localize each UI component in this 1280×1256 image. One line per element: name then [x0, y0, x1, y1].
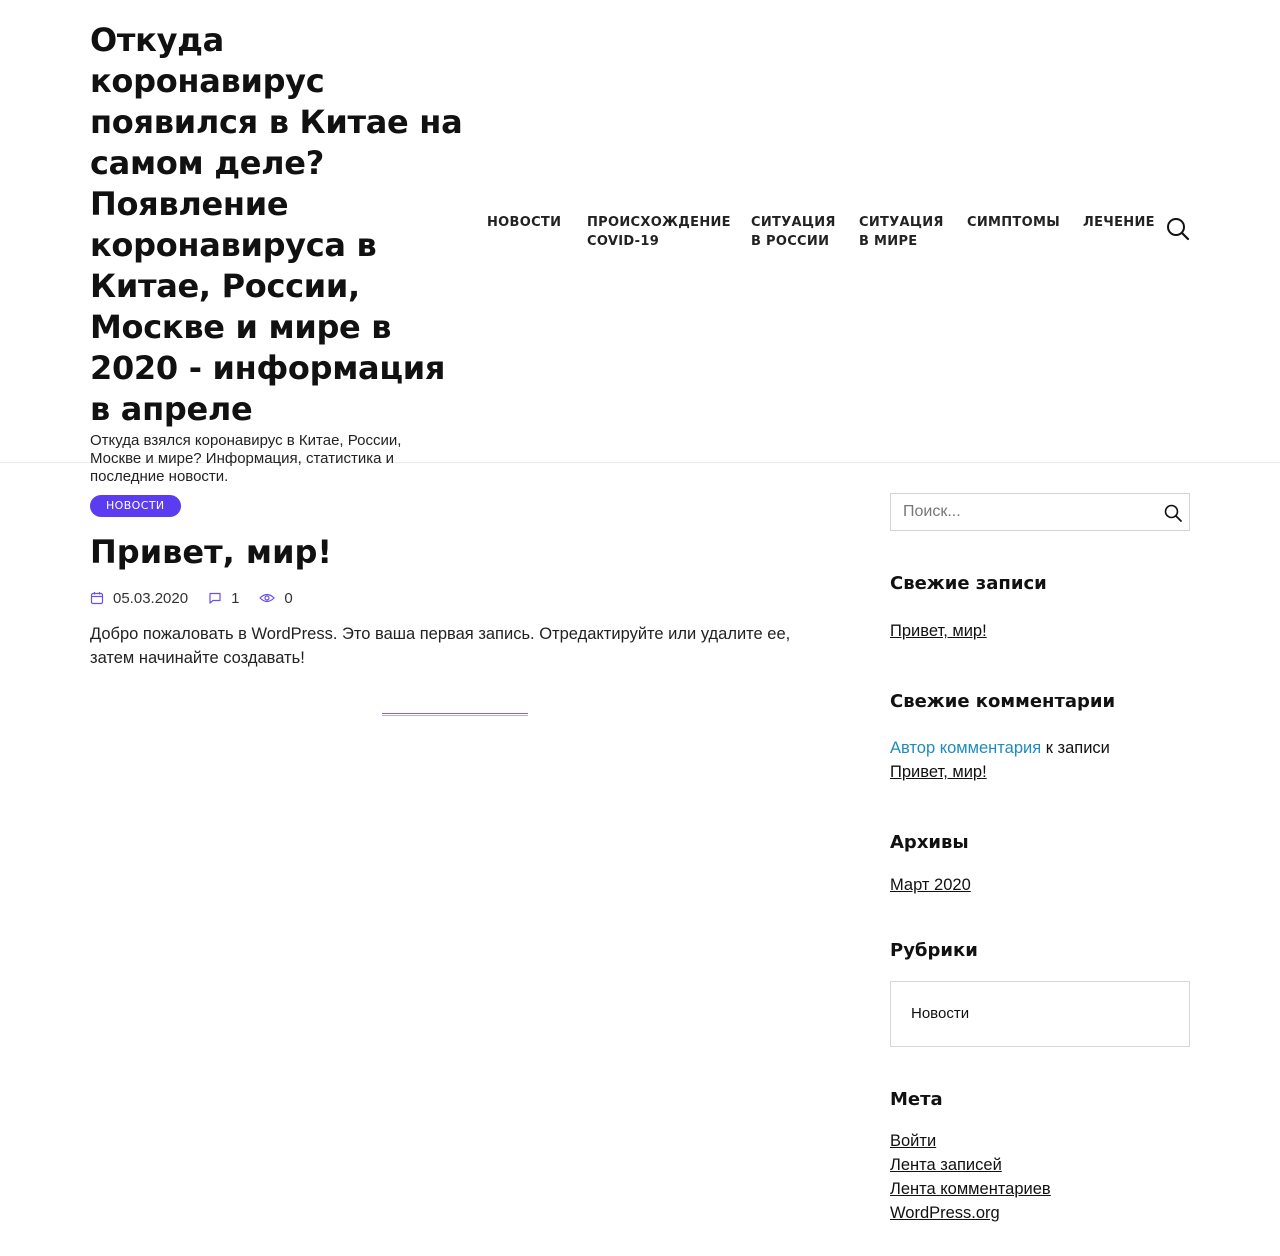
- site-header: Откуда коронавирус появился в Китае на с…: [0, 0, 1280, 485]
- nav-item-label: ПРОИСХОЖДЕНИЕ: [587, 215, 731, 230]
- post-date: 05.03.2020: [90, 590, 188, 607]
- post-title[interactable]: Привет, мир!: [90, 530, 332, 574]
- nav-item-origin[interactable]: ПРОИСХОЖДЕНИЕ COVID-19: [587, 213, 731, 251]
- nav-item-label: ЛЕЧЕНИЕ: [1083, 215, 1155, 230]
- meta-title: Мета: [890, 1089, 943, 1110]
- comment-author-link[interactable]: Автор комментария: [890, 739, 1041, 757]
- post-comments[interactable]: 1: [208, 590, 239, 607]
- archive-link[interactable]: Март 2020: [890, 873, 971, 897]
- nav-item-label-line2: В МИРЕ: [859, 234, 918, 249]
- recent-comments-title: Свежие комментарии: [890, 691, 1116, 712]
- nav-item-situation-world[interactable]: СИТУАЦИЯ В МИРЕ: [859, 213, 944, 251]
- nav-item-treatment[interactable]: ЛЕЧЕНИЕ: [1083, 213, 1155, 232]
- calendar-icon: [90, 592, 104, 605]
- meta-comments-feed-link[interactable]: Лента комментариев: [890, 1177, 1051, 1201]
- category-link[interactable]: Новости: [911, 1004, 969, 1024]
- comment-post-link[interactable]: Привет, мир!: [890, 760, 987, 784]
- comment-icon: [209, 592, 221, 604]
- site-description: Откуда взялся коронавирус в Китае, Росси…: [90, 432, 402, 485]
- post-views-count: 0: [284, 589, 293, 607]
- comment-connector: к записи: [1041, 739, 1110, 757]
- post-views: 0: [259, 589, 293, 607]
- eye-icon: [259, 593, 276, 603]
- recent-posts-title: Свежие записи: [890, 573, 1047, 594]
- category-badge[interactable]: НОВОСТИ: [90, 495, 181, 517]
- post-date-text: 05.03.2020: [113, 589, 189, 607]
- post-comments-count: 1: [231, 589, 240, 607]
- nav-item-label: НОВОСТИ: [487, 215, 562, 230]
- nav-item-situation-russia[interactable]: СИТУАЦИЯ В РОССИИ: [751, 213, 836, 251]
- categories-list: Новости: [890, 981, 1190, 1047]
- post-meta: 05.03.2020 1 0: [90, 588, 313, 608]
- nav-item-label-line2: COVID-19: [587, 234, 660, 249]
- site-branding: Откуда коронавирус появился в Китае на с…: [90, 20, 465, 486]
- nav-item-label-line2: В РОССИИ: [751, 234, 830, 249]
- meta-login-link[interactable]: Войти: [890, 1129, 936, 1153]
- sidebar-search-form: [890, 493, 1190, 531]
- post-excerpt: Добро пожаловать в WordPress. Это ваша п…: [90, 625, 791, 667]
- recent-comment: Автор комментария к записи: [890, 736, 1110, 760]
- archives-title: Архивы: [890, 832, 969, 853]
- nav-item-label: СИТУАЦИЯ: [751, 215, 836, 230]
- recent-post-link[interactable]: Привет, мир!: [890, 619, 987, 643]
- nav-item-label: СИТУАЦИЯ: [859, 215, 944, 230]
- meta-wordpress-link[interactable]: WordPress.org: [890, 1201, 1000, 1225]
- categories-title: Рубрики: [890, 940, 978, 961]
- nav-item-label: СИМПТОМЫ: [967, 215, 1060, 230]
- site-title[interactable]: Откуда коронавирус появился в Китае на с…: [90, 20, 465, 430]
- meta-entries-feed-link[interactable]: Лента записей: [890, 1153, 1002, 1177]
- search-icon[interactable]: [1163, 503, 1183, 523]
- search-input[interactable]: [891, 494, 1151, 530]
- read-more-link[interactable]: [382, 713, 528, 716]
- nav-item-news[interactable]: НОВОСТИ: [487, 213, 561, 232]
- nav-item-symptoms[interactable]: СИМПТОМЫ: [967, 213, 1060, 232]
- search-icon[interactable]: [1164, 215, 1192, 243]
